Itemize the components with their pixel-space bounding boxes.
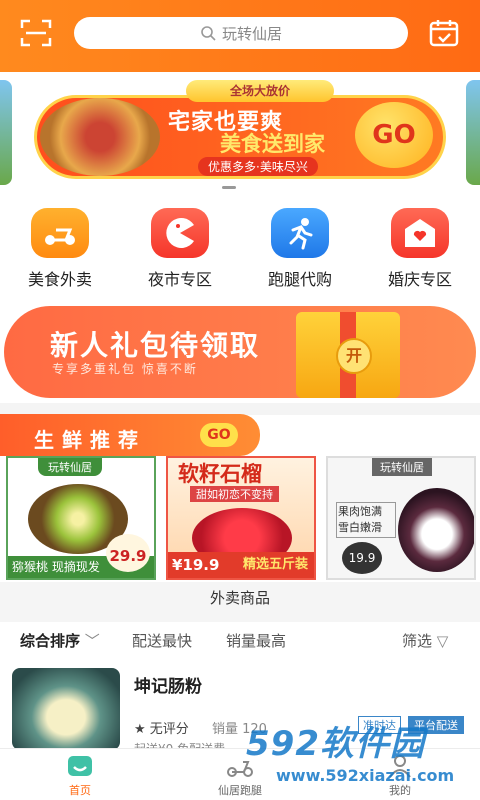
category-night-market[interactable]: 夜市专区 bbox=[120, 200, 240, 300]
tab-label: 首页 bbox=[69, 784, 91, 797]
filter-icon: ▽ bbox=[432, 632, 449, 650]
carousel-indicator bbox=[222, 186, 236, 189]
banner-go-button[interactable]: GO bbox=[355, 102, 433, 168]
section-title: 外卖商品 bbox=[0, 582, 480, 622]
tab-home[interactable]: 首页 bbox=[0, 749, 160, 800]
category-errands[interactable]: 跑腿代购 bbox=[240, 200, 360, 300]
watermark-url: www.592xiazai.com bbox=[276, 766, 455, 785]
category-food-delivery[interactable]: 美食外卖 bbox=[0, 200, 120, 300]
filter-button[interactable]: 筛选 ▽ bbox=[402, 630, 448, 651]
sort-fastest[interactable]: 配送最快 bbox=[132, 630, 192, 651]
open-gift-button[interactable]: 开 bbox=[336, 338, 372, 374]
tile-tag: 玩转仙居 bbox=[372, 458, 432, 476]
sort-composite[interactable]: 综合排序 ﹀ bbox=[20, 630, 100, 651]
search-icon bbox=[201, 26, 216, 41]
banner-pill: 全场大放价 bbox=[186, 80, 334, 102]
shop-rating: ★ 无评分 bbox=[134, 718, 189, 737]
watermark-text: 592软件园 bbox=[246, 724, 425, 764]
category-label: 夜市专区 bbox=[147, 270, 212, 289]
category-label: 跑腿代购 bbox=[267, 270, 332, 289]
filter-label: 筛选 bbox=[402, 632, 433, 650]
sort-top-sales[interactable]: 销量最高 bbox=[226, 630, 286, 651]
scooter-icon bbox=[31, 208, 89, 258]
banner-next-peek[interactable] bbox=[466, 80, 480, 185]
search-bar[interactable]: 玩转仙居 bbox=[74, 17, 408, 49]
mangosteen-image bbox=[398, 488, 474, 572]
runner-icon bbox=[271, 208, 329, 258]
fresh-go-button[interactable]: GO bbox=[200, 423, 238, 447]
category-label: 美食外卖 bbox=[27, 270, 92, 289]
rating-text: 无评分 bbox=[149, 722, 189, 737]
scan-icon[interactable] bbox=[20, 18, 52, 48]
home-icon bbox=[68, 756, 92, 776]
promo-title: 新人礼包待领取 bbox=[50, 329, 261, 362]
star-icon: ★ bbox=[134, 722, 150, 737]
chevron-down-icon: ﹀ bbox=[80, 632, 100, 650]
shop-image[interactable] bbox=[12, 668, 120, 750]
banner-tagline: 优惠多多·美味尽兴 bbox=[198, 157, 318, 176]
tile-description: 果肉饱满 雪白嫩滑 bbox=[336, 502, 396, 538]
tile-heading: 软籽石榴 bbox=[178, 462, 262, 486]
fresh-title: 生鲜推荐 bbox=[34, 428, 146, 452]
tile-price: 29.9 bbox=[106, 534, 150, 572]
tile-price: 19.9 bbox=[342, 542, 382, 574]
tile-tag: 玩转仙居 bbox=[38, 458, 102, 476]
sort-bar: 综合排序 ﹀ 配送最快 销量最高 筛选 ▽ bbox=[0, 622, 480, 658]
heart-house-icon bbox=[391, 208, 449, 258]
pacman-icon bbox=[151, 208, 209, 258]
calendar-icon[interactable] bbox=[428, 18, 460, 48]
tile-price: ¥19.9 bbox=[172, 556, 220, 574]
pizza-image bbox=[40, 98, 160, 176]
category-wedding[interactable]: 婚庆专区 bbox=[360, 200, 480, 300]
shop-name[interactable]: 坤记肠粉 bbox=[134, 672, 202, 697]
sort-composite-label: 综合排序 bbox=[20, 632, 81, 650]
search-placeholder: 玩转仙居 bbox=[221, 24, 282, 43]
product-tile-pomegranate[interactable]: 软籽石榴 甜如初恋不变持 精选五斤装 ¥19.9 bbox=[166, 456, 316, 580]
product-tile-mangosteen[interactable]: 玩转仙居 果肉饱满 雪白嫩滑 19.9 bbox=[326, 456, 476, 580]
promo-subtitle: 专享多重礼包 惊喜不断 bbox=[52, 362, 198, 376]
tile-subheading: 甜如初恋不变持 bbox=[190, 486, 279, 502]
watermark: 592软件园 www.592xiazai.com bbox=[246, 716, 480, 800]
category-grid: 美食外卖 夜市专区 跑腿代购 婚庆专区 bbox=[0, 200, 480, 300]
banner-prev-peek[interactable] bbox=[0, 80, 12, 185]
banner-subheadline: 美食送到家 bbox=[220, 132, 325, 156]
product-tile-kiwi[interactable]: 玩转仙居 猕猴桃 现摘现发 29.9 bbox=[6, 456, 156, 580]
category-label: 婚庆专区 bbox=[387, 270, 452, 289]
